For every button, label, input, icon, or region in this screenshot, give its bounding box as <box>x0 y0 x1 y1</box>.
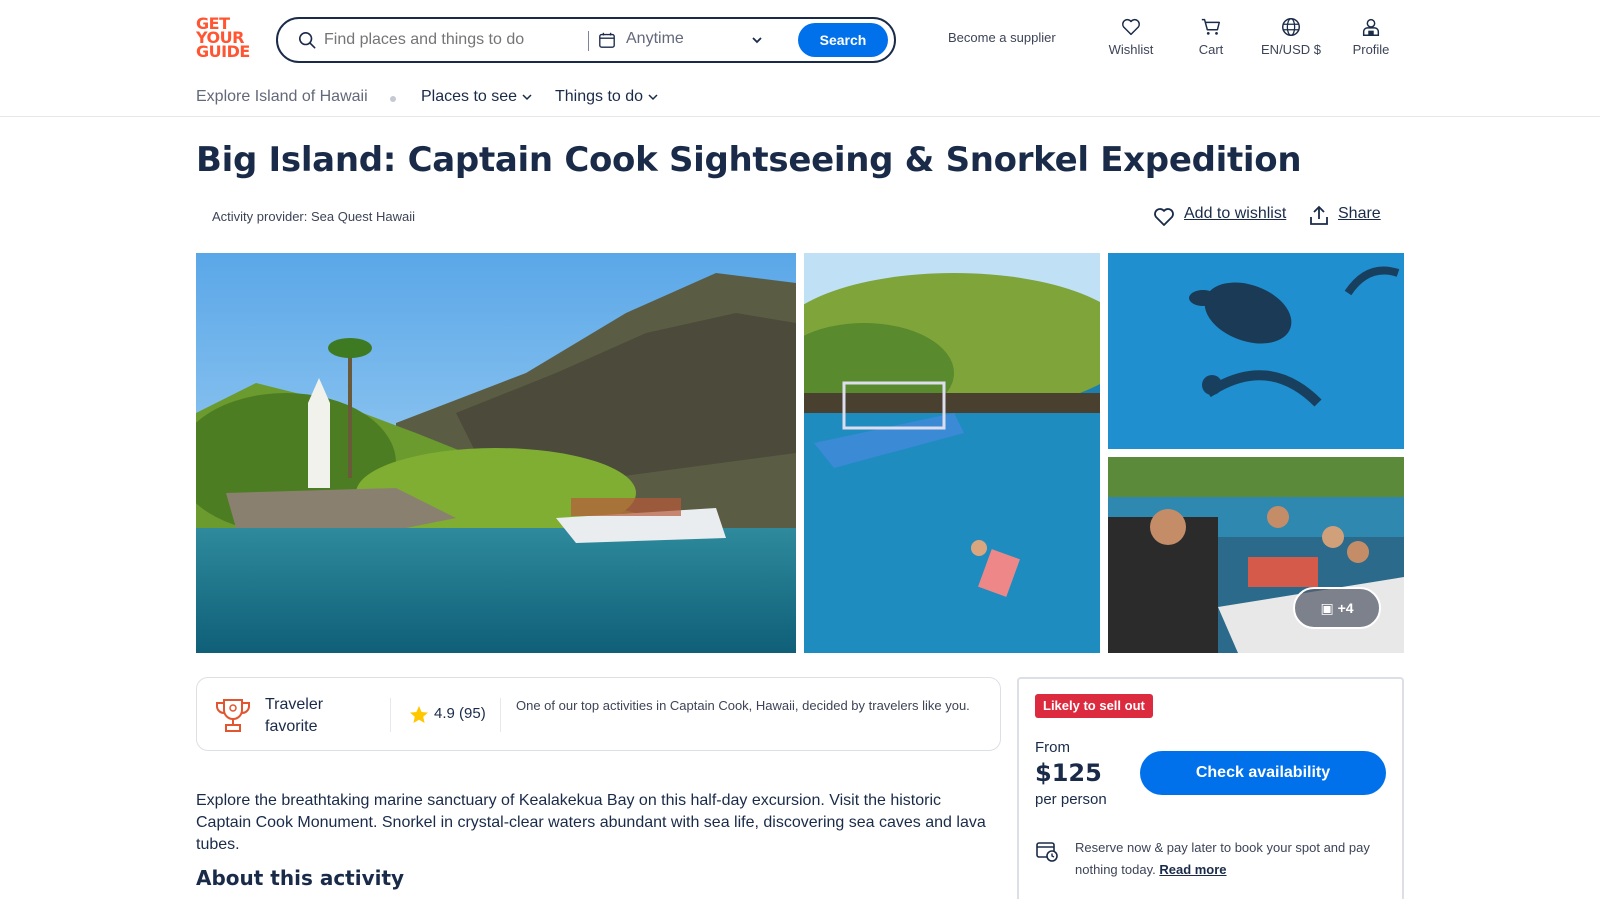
photo-turtle <box>1108 253 1404 449</box>
trophy-icon <box>216 699 250 732</box>
calendar-clock-icon <box>1036 842 1058 862</box>
more-photos-button[interactable]: ▣ +4 <box>1293 587 1381 629</box>
photo-icon: ▣ <box>1320 600 1338 616</box>
add-to-wishlist-label: Add to wishlist <box>1184 205 1287 222</box>
wishlist-label: Wishlist <box>1108 42 1154 57</box>
globe-icon <box>1282 18 1300 36</box>
gallery-photo-monument-bay[interactable] <box>196 253 796 653</box>
favorite-description: One of our top activities in Captain Coo… <box>516 698 970 713</box>
language-currency-nav[interactable]: EN/USD $ <box>1256 16 1326 57</box>
become-supplier-link[interactable]: Become a supplier <box>948 30 1056 45</box>
likely-to-sell-out-badge: Likely to sell out <box>1035 694 1153 718</box>
logo-line-3: GUIDE <box>196 42 250 61</box>
search-icon <box>298 31 316 49</box>
getyourguide-logo[interactable]: GET YOUR GUIDE <box>196 16 254 63</box>
rating-summary[interactable]: 4.9 (95) <box>434 705 486 722</box>
cart-label: Cart <box>1198 42 1224 57</box>
more-photos-count: +4 <box>1337 600 1354 616</box>
chevron-down-icon[interactable] <box>750 33 764 47</box>
search-bar: Anytime Search <box>276 17 896 63</box>
cart-icon <box>1201 18 1220 35</box>
traveler-favorite-label: Traveler favorite <box>265 696 324 735</box>
profile-label: Profile <box>1352 42 1390 57</box>
page-title: Big Island: Captain Cook Sightseeing & S… <box>196 140 1302 180</box>
traveler-favorite-card: Traveler favorite 4.9 (95) One of our to… <box>196 677 1001 751</box>
share-icon <box>1310 205 1328 225</box>
gallery-photo-turtle[interactable] <box>1108 253 1404 449</box>
star-icon <box>410 706 428 723</box>
gallery-photo-boat-snorkel[interactable] <box>804 253 1100 653</box>
reserve-now-pay-later: Reserve now & pay later to book your spo… <box>1075 837 1395 881</box>
card-divider <box>390 698 391 732</box>
activity-summary: Explore the breathtaking marine sanctuar… <box>196 792 986 853</box>
places-to-see-menu[interactable]: Places to see <box>421 88 533 106</box>
photo-monument-bay <box>196 253 796 653</box>
language-label: EN/USD $ <box>1261 42 1321 57</box>
chevron-down-icon <box>648 94 658 100</box>
wishlist-nav[interactable]: Wishlist <box>1096 16 1166 57</box>
things-to-do-label: Things to do <box>555 88 644 105</box>
card-divider <box>500 698 501 732</box>
profile-nav[interactable]: Profile <box>1336 16 1406 57</box>
booking-card: Likely to sell out From $125 per person … <box>1017 677 1404 899</box>
things-to-do-menu[interactable]: Things to do <box>555 88 659 106</box>
site-header: GET YOUR GUIDE Anytime Search Become a s… <box>0 0 1600 79</box>
share-label: Share <box>1338 205 1381 222</box>
calendar-icon <box>599 32 615 48</box>
search-input[interactable] <box>324 29 564 51</box>
cart-nav[interactable]: Cart <box>1176 16 1246 57</box>
price-from-label: From <box>1035 739 1070 756</box>
add-to-wishlist-button[interactable]: Add to wishlist <box>1154 205 1287 226</box>
price-value: $125 <box>1035 759 1102 787</box>
places-to-see-label: Places to see <box>421 88 518 105</box>
chevron-down-icon <box>522 94 532 100</box>
read-more-link[interactable]: Read more <box>1159 862 1226 877</box>
header-divider <box>0 116 1600 117</box>
breadcrumb-separator <box>390 96 396 102</box>
profile-icon <box>1362 18 1380 36</box>
photo-boat-snorkel <box>804 253 1100 653</box>
share-button[interactable]: Share <box>1310 205 1381 225</box>
rating-value: 4.9 <box>434 705 455 722</box>
breadcrumb-island-of-hawaii[interactable]: Explore Island of Hawaii <box>196 88 368 106</box>
activity-provider[interactable]: Activity provider: Sea Quest Hawaii <box>212 209 415 224</box>
check-availability-button[interactable]: Check availability <box>1140 751 1386 795</box>
heart-icon <box>1122 18 1140 36</box>
search-divider <box>588 31 589 51</box>
review-count: (95) <box>459 705 486 722</box>
heart-icon <box>1154 208 1174 226</box>
about-heading: About this activity <box>196 866 405 890</box>
date-picker[interactable]: Anytime <box>626 30 684 48</box>
price-per-label: per person <box>1035 791 1107 808</box>
search-button[interactable]: Search <box>798 23 888 57</box>
